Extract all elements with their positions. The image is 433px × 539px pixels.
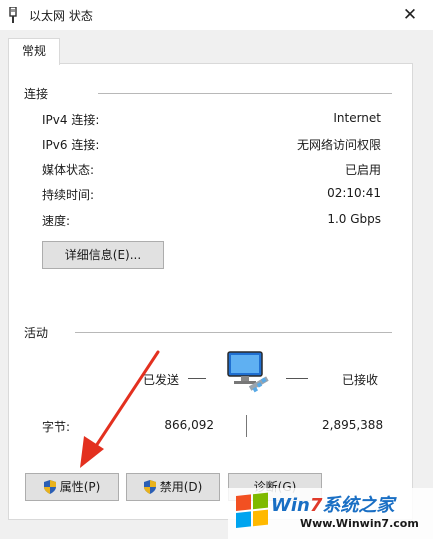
general-panel bbox=[8, 63, 413, 520]
activity-divider bbox=[75, 332, 392, 333]
speed-label: 速度: bbox=[42, 214, 71, 228]
properties-label: 属性(P) bbox=[59, 480, 101, 494]
disable-label: 禁用(D) bbox=[159, 480, 203, 494]
connection-heading: 连接 bbox=[24, 87, 49, 101]
close-button[interactable]: ✕ bbox=[399, 4, 421, 26]
speed-value: 1.0 Gbps bbox=[327, 212, 381, 226]
connection-divider bbox=[98, 93, 392, 94]
properties-button[interactable]: 属性(P) bbox=[25, 473, 119, 501]
received-label: 已接收 bbox=[342, 373, 379, 387]
title-bar[interactable]: 以太网 状态 ✕ bbox=[0, 0, 433, 30]
network-computers-icon bbox=[227, 351, 269, 393]
ipv6-label: IPv6 连接: bbox=[42, 138, 100, 152]
media-state-label: 媒体状态: bbox=[42, 163, 95, 177]
sent-label: 已发送 bbox=[143, 373, 180, 387]
activity-heading: 活动 bbox=[24, 326, 49, 340]
duration-value: 02:10:41 bbox=[327, 186, 381, 200]
bytes-sent-value: 866,092 bbox=[164, 418, 214, 432]
bytes-received-value: 2,895,388 bbox=[322, 418, 384, 432]
watermark-brand: Win7系统之家 bbox=[271, 495, 395, 516]
bytes-separator bbox=[246, 415, 247, 437]
network-adapter-icon bbox=[9, 7, 17, 23]
watermark-url: Www.Winwin7.com bbox=[300, 517, 419, 530]
media-state-value: 已启用 bbox=[344, 163, 381, 177]
disable-button[interactable]: 禁用(D) bbox=[126, 473, 220, 501]
details-button[interactable]: 详细信息(E)... bbox=[42, 241, 164, 269]
bytes-label: 字节: bbox=[42, 420, 71, 434]
uac-shield-icon bbox=[143, 480, 156, 494]
sent-line bbox=[188, 378, 206, 379]
window-title: 以太网 状态 bbox=[29, 9, 93, 23]
duration-label: 持续时间: bbox=[42, 188, 95, 202]
ipv6-value: 无网络访问权限 bbox=[296, 138, 381, 152]
ipv4-label: IPv4 连接: bbox=[42, 113, 100, 127]
status-dialog: 以太网 状态 ✕ 常规 连接 IPv4 连接: Internet IPv6 连接… bbox=[0, 0, 433, 539]
ipv4-value: Internet bbox=[333, 111, 381, 125]
tab-general[interactable]: 常规 bbox=[8, 38, 60, 65]
received-line bbox=[286, 378, 308, 379]
uac-shield-icon bbox=[43, 480, 56, 494]
